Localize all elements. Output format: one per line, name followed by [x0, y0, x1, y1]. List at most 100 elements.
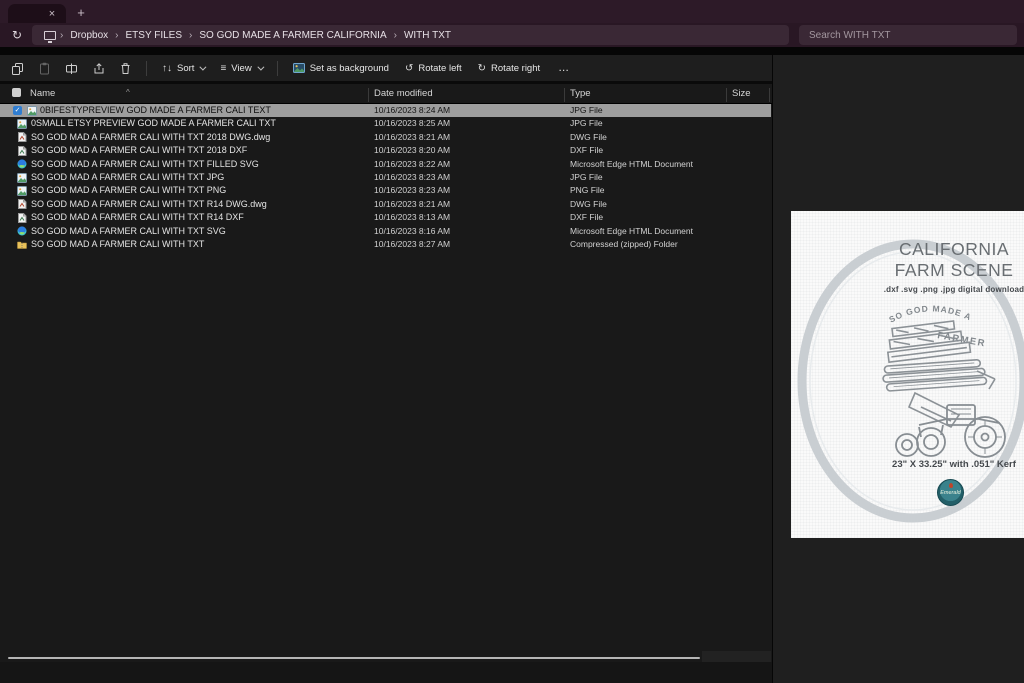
column-header-type[interactable]: Type — [570, 88, 591, 99]
column-divider[interactable] — [564, 88, 565, 102]
file-name: SO GOD MAD A FARMER CALI WITH TXT SVG — [31, 225, 226, 238]
file-type: DWG File — [570, 198, 607, 211]
view-label: View — [231, 63, 251, 74]
preview-image[interactable]: SO GOD MADE A FARMER — [791, 211, 1024, 538]
breadcrumb-etsy-files[interactable]: ETSY FILES — [119, 30, 190, 41]
column-header-size[interactable]: Size — [732, 88, 750, 99]
breadcrumb-with-txt[interactable]: WITH TXT — [397, 30, 458, 41]
svg-text:SO GOD MADE A: SO GOD MADE A — [887, 303, 973, 324]
chevron-down-icon — [200, 63, 207, 70]
column-header-date-modified[interactable]: Date modified — [374, 88, 433, 99]
delete-button[interactable] — [112, 57, 139, 79]
set-as-background-button[interactable]: Set as background — [285, 57, 397, 79]
rotate-right-label: Rotate right — [491, 63, 540, 74]
trash-icon — [119, 62, 132, 75]
paste-icon — [38, 62, 51, 75]
file-type: DWG File — [570, 131, 607, 144]
file-row[interactable]: SO GOD MAD A FARMER CALI WITH TXT SVG 10… — [0, 225, 771, 238]
share-icon — [92, 62, 105, 75]
rename-icon — [65, 62, 78, 75]
file-row[interactable]: SO GOD MAD A FARMER CALI WITH TXT PNG 10… — [0, 184, 771, 197]
file-name: SO GOD MAD A FARMER CALI WITH TXT R14 DW… — [31, 198, 267, 211]
file-row[interactable]: SO GOD MAD A FARMER CALI WITH TXT JPG 10… — [0, 171, 771, 184]
file-date: 10/16/2023 8:21 AM — [374, 198, 450, 211]
sort-button[interactable]: ↑↓ Sort — [154, 57, 212, 79]
file-row[interactable]: SO GOD MAD A FARMER CALI WITH TXT FILLED… — [0, 158, 771, 171]
select-all-checkbox[interactable] — [12, 88, 21, 97]
file-name: SO GOD MAD A FARMER CALI WITH TXT PNG — [31, 184, 226, 197]
preview-title-line1: CALIFORNIA — [883, 239, 1024, 260]
file-date: 10/16/2023 8:13 AM — [374, 211, 450, 224]
more-options-button[interactable]: … — [548, 62, 580, 74]
edge-html-file-icon — [17, 159, 27, 169]
view-button[interactable]: ≡ View — [212, 57, 269, 79]
horizontal-scrollbar[interactable] — [8, 657, 700, 659]
new-tab-button[interactable]: + — [72, 5, 90, 21]
dxf-file-icon — [17, 146, 27, 156]
file-row[interactable]: 0SMALL ETSY PREVIEW GOD MADE A FARMER CA… — [0, 117, 771, 130]
file-list: Name ^ Date modified Type Size ✓ 0BIFEST… — [0, 84, 772, 662]
divider — [0, 47, 1024, 55]
column-divider[interactable] — [368, 88, 369, 102]
file-name: 0BIFESTYPREVIEW GOD MADE A FARMER CALI T… — [40, 104, 271, 117]
rotate-left-icon: ↺ — [405, 63, 413, 74]
rotate-right-button[interactable]: ↻ Rotate right — [470, 57, 549, 79]
checkbox-checked-icon[interactable]: ✓ — [13, 106, 22, 115]
preview-pane: SO GOD MADE A FARMER — [772, 55, 1024, 683]
file-date: 10/16/2023 8:23 AM — [374, 184, 450, 197]
column-divider[interactable] — [769, 88, 770, 102]
copy-button[interactable] — [4, 57, 31, 79]
close-tab-icon[interactable]: × — [44, 7, 60, 21]
file-date: 10/16/2023 8:25 AM — [374, 117, 450, 130]
share-button[interactable] — [85, 57, 112, 79]
jpg-file-icon — [17, 119, 27, 129]
column-divider[interactable] — [726, 88, 727, 102]
file-date: 10/16/2023 8:21 AM — [374, 131, 450, 144]
file-row[interactable]: SO GOD MAD A FARMER CALI WITH TXT 2018 D… — [0, 144, 771, 157]
column-headers: Name ^ Date modified Type Size — [0, 84, 772, 104]
arc-text: SO GOD MADE A — [887, 303, 973, 324]
refresh-icon[interactable]: ↻ — [7, 26, 27, 44]
rotate-right-icon: ↻ — [478, 63, 486, 74]
tab-bar: × + — [0, 0, 1024, 23]
picture-icon — [293, 63, 305, 73]
sort-ascending-icon: ^ — [126, 88, 130, 97]
logo-text: Emerald — [940, 490, 960, 496]
paste-button[interactable] — [31, 57, 58, 79]
divider — [146, 61, 147, 76]
address-bar: ↻ › Dropbox › ETSY FILES › SO GOD MADE A… — [0, 23, 1024, 47]
breadcrumb-so-god-made-a-farmer-california[interactable]: SO GOD MADE A FARMER CALIFORNIA — [192, 30, 393, 41]
file-row[interactable]: SO GOD MAD A FARMER CALI WITH TXT R14 DW… — [0, 198, 771, 211]
view-lines-icon: ≡ — [220, 63, 226, 74]
file-type: Microsoft Edge HTML Document — [570, 158, 693, 171]
file-date: 10/16/2023 8:23 AM — [374, 171, 450, 184]
maker-logo: Emerald — [937, 479, 964, 506]
preview-title-line2: FARM SCENE — [883, 260, 1024, 281]
rename-button[interactable] — [58, 57, 85, 79]
breadcrumb[interactable]: › Dropbox › ETSY FILES › SO GOD MADE A F… — [32, 25, 789, 45]
breadcrumb-dropbox[interactable]: Dropbox — [63, 30, 115, 41]
rotate-left-button[interactable]: ↺ Rotate left — [397, 57, 470, 79]
file-type: DXF File — [570, 211, 603, 224]
file-type: Microsoft Edge HTML Document — [570, 225, 693, 238]
file-name: SO GOD MAD A FARMER CALI WITH TXT JPG — [31, 171, 224, 184]
set-as-background-label: Set as background — [310, 63, 389, 74]
this-pc-icon — [44, 31, 56, 40]
file-explorer-window: × + ↻ › Dropbox › ETSY FILES › SO GOD MA… — [0, 0, 1024, 683]
file-row-selected[interactable]: ✓ 0BIFESTYPREVIEW GOD MADE A FARMER CALI… — [0, 104, 771, 117]
file-type: JPG File — [570, 104, 603, 117]
jpg-file-icon — [27, 106, 37, 116]
tractor-drawing — [896, 405, 1005, 457]
file-row[interactable]: SO GOD MAD A FARMER CALI WITH TXT 10/16/… — [0, 238, 771, 251]
copy-icon — [11, 62, 24, 75]
file-name: SO GOD MAD A FARMER CALI WITH TXT — [31, 238, 204, 251]
preview-formats: .dxf .svg .png .jpg digital download — [883, 285, 1024, 294]
sort-label: Sort — [177, 63, 194, 74]
column-header-name[interactable]: Name — [30, 88, 55, 99]
explorer-tab[interactable]: × — [8, 4, 66, 23]
file-row[interactable]: SO GOD MAD A FARMER CALI WITH TXT 2018 D… — [0, 131, 771, 144]
file-row[interactable]: SO GOD MAD A FARMER CALI WITH TXT R14 DX… — [0, 211, 771, 224]
search-input[interactable] — [799, 25, 1017, 45]
file-date: 10/16/2023 8:20 AM — [374, 144, 450, 157]
file-name: SO GOD MAD A FARMER CALI WITH TXT 2018 D… — [31, 131, 270, 144]
